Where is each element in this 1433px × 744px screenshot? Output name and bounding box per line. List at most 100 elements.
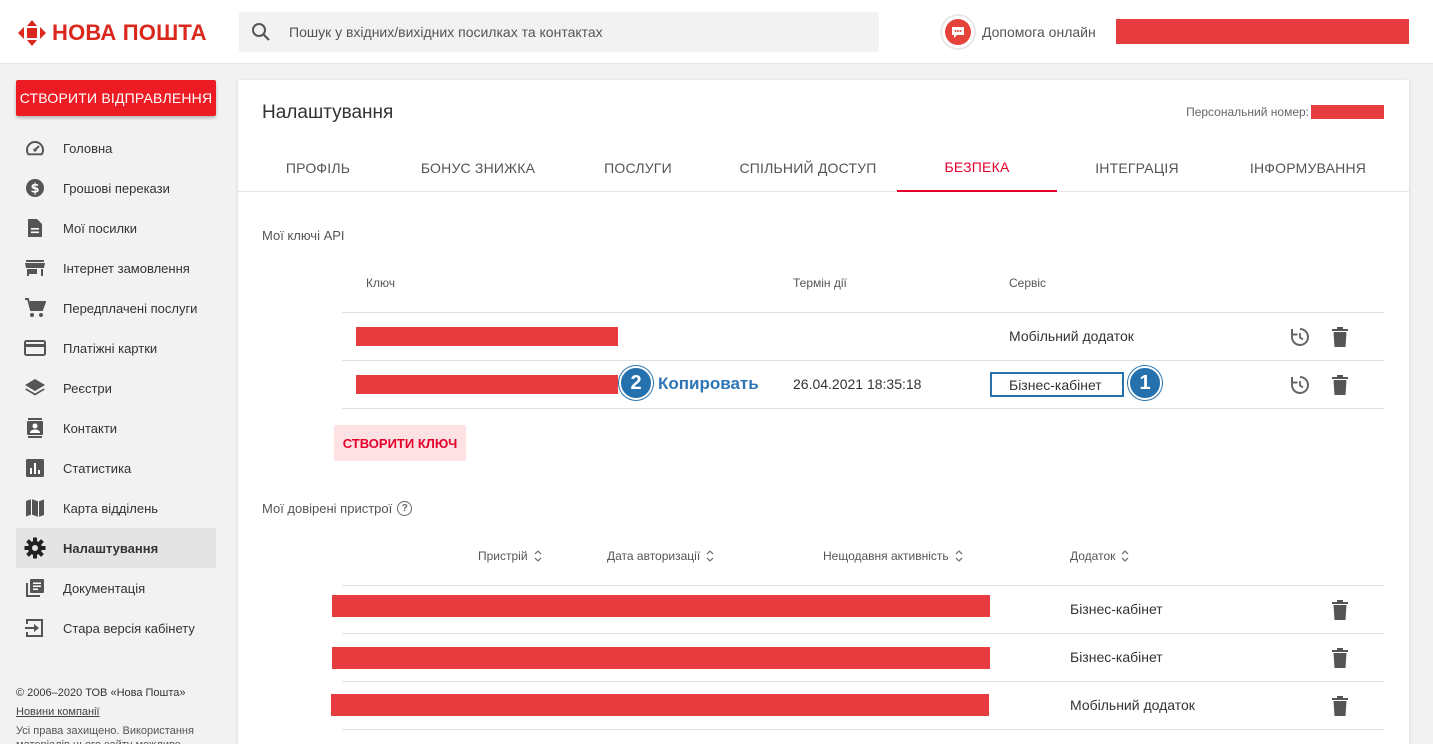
delete-device-icon[interactable]	[1328, 646, 1352, 670]
column-term: Термін дії	[793, 276, 847, 290]
create-key-button[interactable]: СТВОРИТИ КЛЮЧ	[334, 425, 466, 461]
sort-icon	[534, 550, 542, 562]
column-service: Сервіс	[1009, 276, 1047, 290]
sidebar-item-branch-map[interactable]: Карта відділень	[16, 488, 216, 528]
device-info-redacted	[332, 647, 990, 669]
layers-icon	[24, 377, 46, 399]
api-key-redacted	[356, 375, 618, 394]
device-info-redacted	[332, 595, 990, 617]
sidebar-item-old-version[interactable]: Стара версія кабінету	[16, 608, 216, 648]
dashboard-icon	[24, 137, 46, 159]
sidebar-item-label: Документація	[63, 580, 146, 596]
term-cell: 26.04.2021 18:35:18	[793, 376, 922, 392]
sidebar-nav: Головна $ Грошові перекази Мої посилки І…	[16, 128, 216, 648]
sidebar-item-statistics[interactable]: Статистика	[16, 448, 216, 488]
sidebar-item-registers[interactable]: Реєстри	[16, 368, 216, 408]
settings-panel: Налаштування Персональний номер: ПРОФІЛЬ…	[238, 80, 1409, 744]
tab-security[interactable]: БЕЗПЕКА	[897, 144, 1057, 192]
credit-card-icon	[24, 337, 46, 359]
logo[interactable]: НОВА ПОШТА	[18, 20, 207, 46]
help-label: Допомога онлайн	[982, 24, 1096, 40]
sidebar-item-label: Мої посилки	[63, 220, 137, 236]
column-auth-date[interactable]: Дата авторизації	[607, 549, 714, 563]
nova-poshta-logo-icon	[18, 20, 46, 46]
tab-notifications[interactable]: ІНФОРМУВАННЯ	[1228, 144, 1388, 192]
search-input[interactable]	[289, 12, 869, 52]
delete-device-icon[interactable]	[1328, 694, 1352, 718]
tab-services[interactable]: ПОСЛУГИ	[578, 144, 698, 192]
sidebar-item-documentation[interactable]: Документація	[16, 568, 216, 608]
delete-key-icon[interactable]	[1328, 325, 1352, 349]
map-icon	[24, 497, 46, 519]
sidebar-footer: © 2006–2020 ТОВ «Нова Пошта» Новини комп…	[16, 686, 216, 744]
page-title: Налаштування	[262, 102, 394, 123]
trusted-devices-title: Мої довірені пристрої ?	[262, 501, 413, 516]
app-cell: Бізнес-кабінет	[1070, 601, 1163, 617]
column-key: Ключ	[366, 276, 395, 290]
sidebar-item-label: Інтернет замовлення	[63, 260, 190, 276]
trusted-devices-label: Мої довірені пристрої	[262, 501, 393, 516]
chart-icon	[24, 457, 46, 479]
help-question-icon[interactable]: ?	[397, 501, 413, 516]
document-icon	[24, 217, 46, 239]
delete-key-icon[interactable]	[1328, 373, 1352, 397]
sidebar-item-label: Налаштування	[63, 540, 159, 556]
divider	[342, 633, 1384, 634]
gear-icon	[24, 537, 46, 559]
tab-integration[interactable]: ІНТЕГРАЦІЯ	[1073, 144, 1201, 192]
tab-bonus-discount[interactable]: БОНУС ЗНИЖКА	[408, 144, 548, 192]
company-news-link[interactable]: Новини компанії	[16, 705, 216, 719]
sidebar-item-home[interactable]: Головна	[16, 128, 216, 168]
search-icon	[252, 23, 270, 41]
contacts-icon	[24, 417, 46, 439]
sidebar-item-my-parcels[interactable]: Мої посилки	[16, 208, 216, 248]
column-device[interactable]: Пристрій	[478, 549, 542, 563]
sidebar-item-label: Передплачені послуги	[63, 300, 198, 316]
sidebar-item-label: Статистика	[63, 460, 132, 476]
sidebar-item-label: Платіжні картки	[63, 340, 158, 356]
app-cell: Бізнес-кабінет	[1070, 649, 1163, 665]
sidebar-item-contacts[interactable]: Контакти	[16, 408, 216, 448]
tab-shared-access[interactable]: СПІЛЬНИЙ ДОСТУП	[728, 144, 888, 192]
personal-number-redacted	[1311, 105, 1384, 119]
sidebar-item-label: Стара версія кабінету	[63, 620, 195, 636]
logo-text: НОВА ПОШТА	[52, 20, 207, 45]
search-bar[interactable]	[239, 12, 879, 52]
svg-text:$: $	[30, 182, 39, 197]
divider	[342, 408, 1384, 409]
column-app-label: Додаток	[1070, 549, 1116, 563]
create-shipment-button[interactable]: СТВОРИТИ ВІДПРАВЛЕННЯ	[16, 80, 216, 116]
app-cell: Мобільний додаток	[1070, 697, 1195, 713]
tab-profile[interactable]: ПРОФІЛЬ	[262, 144, 374, 192]
top-header: НОВА ПОШТА Допомога онлайн	[0, 0, 1433, 64]
column-app[interactable]: Додаток	[1070, 549, 1129, 563]
sidebar-item-payment-cards[interactable]: Платіжні картки	[16, 328, 216, 368]
service-cell-highlighted: Бізнес-кабінет	[990, 372, 1124, 397]
library-icon	[24, 577, 46, 599]
regenerate-key-icon[interactable]	[1288, 373, 1312, 397]
sidebar-item-label: Грошові перекази	[63, 180, 170, 196]
divider	[342, 681, 1384, 682]
sidebar-item-label: Головна	[63, 140, 113, 156]
sidebar-item-internet-orders[interactable]: Інтернет замовлення	[16, 248, 216, 288]
copyright-text: © 2006–2020 ТОВ «Нова Пошта»	[16, 687, 186, 699]
sidebar-item-prepaid-services[interactable]: Передплачені послуги	[16, 288, 216, 328]
settings-tabs: ПРОФІЛЬ БОНУС ЗНИЖКА ПОСЛУГИ СПІЛЬНИЙ ДО…	[238, 144, 1409, 192]
divider	[342, 729, 1384, 730]
api-key-redacted	[356, 327, 618, 346]
divider	[342, 585, 1384, 586]
rights-text: Усі права захищено. Використання матеріа…	[16, 725, 194, 744]
divider	[342, 360, 1384, 361]
service-cell: Мобільний додаток	[1009, 328, 1134, 344]
delete-device-icon[interactable]	[1328, 598, 1352, 622]
regenerate-key-icon[interactable]	[1288, 325, 1312, 349]
user-info-redacted[interactable]	[1116, 19, 1409, 44]
sidebar-item-money-transfers[interactable]: $ Грошові перекази	[16, 168, 216, 208]
column-device-label: Пристрій	[478, 549, 528, 563]
personal-number: Персональний номер:	[1186, 105, 1384, 119]
login-icon	[24, 617, 46, 639]
help-online[interactable]: Допомога онлайн	[940, 14, 1096, 50]
copy-key-link[interactable]: Копировать	[658, 374, 759, 394]
sidebar-item-settings[interactable]: Налаштування	[16, 528, 216, 568]
column-activity[interactable]: Нещодавня активність	[823, 549, 963, 563]
